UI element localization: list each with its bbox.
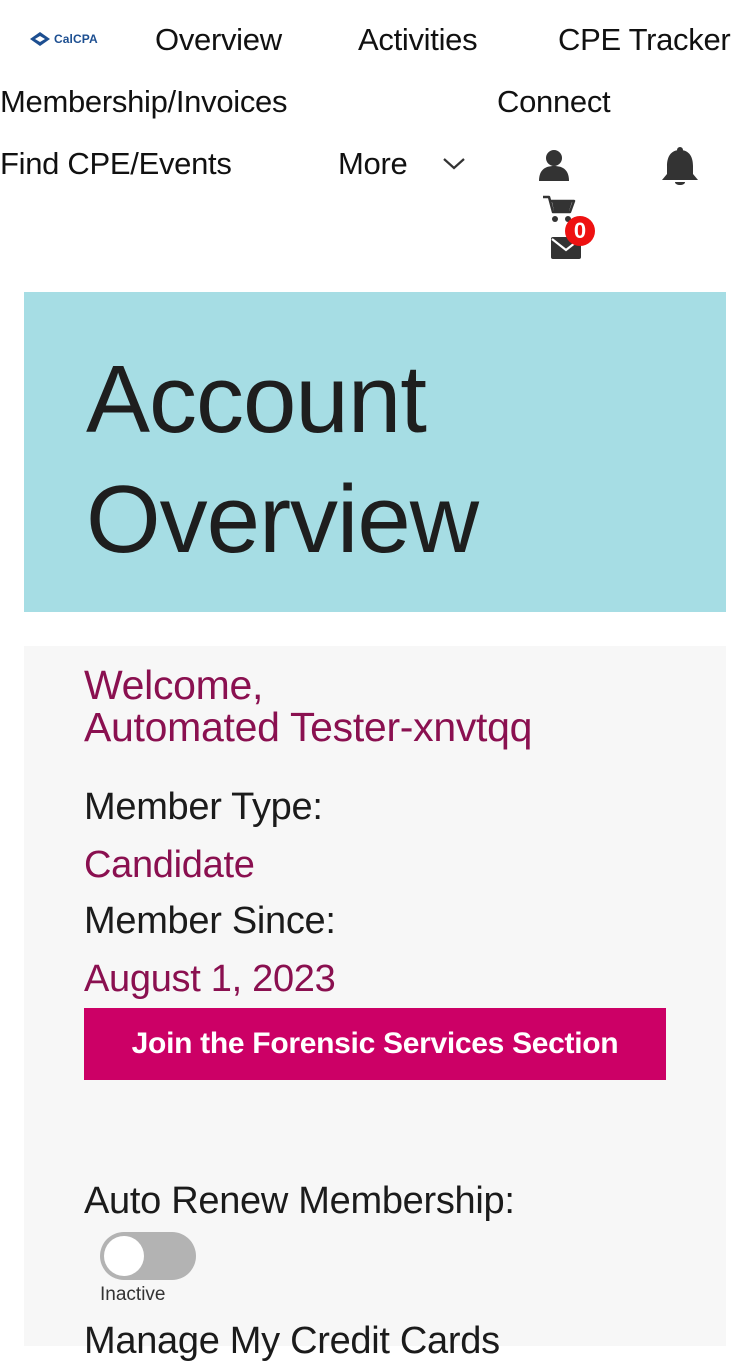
page-title-line2: Overview: [86, 466, 479, 573]
cart-count-badge: 0: [565, 216, 595, 246]
toggle-knob: [104, 1236, 144, 1276]
account-summary-panel: Welcome, Automated Tester-xnvtqq Member …: [24, 646, 726, 1360]
nav-membership-invoices[interactable]: Membership/Invoices: [0, 86, 288, 117]
welcome-greeting: Welcome,: [84, 662, 264, 708]
join-forensic-services-button[interactable]: Join the Forensic Services Section: [84, 1008, 666, 1080]
auto-renew-toggle[interactable]: [100, 1232, 196, 1280]
auto-renew-label: Auto Renew Membership:: [84, 1180, 515, 1222]
nav-find-cpe-events[interactable]: Find CPE/Events: [0, 148, 232, 179]
auto-renew-status: Inactive: [100, 1284, 166, 1305]
nav-activities[interactable]: Activities: [358, 24, 478, 55]
nav-overview[interactable]: Overview: [155, 24, 282, 55]
member-type-value: Candidate: [84, 844, 255, 886]
member-since-label: Member Since:: [84, 900, 336, 942]
nav-cpe-tracker[interactable]: CPE Tracker: [558, 24, 731, 55]
calcpa-diamond-icon: [30, 32, 50, 46]
member-type-label: Member Type:: [84, 786, 323, 828]
logo-text: CalCPA: [54, 32, 98, 46]
member-since-value: August 1, 2023: [84, 958, 336, 1000]
page-title: Account Overview: [86, 340, 479, 580]
welcome-user-name: Automated Tester-xnvtqq: [84, 704, 533, 750]
bell-icon[interactable]: [660, 146, 700, 188]
page-title-line1: Account: [86, 346, 427, 453]
user-icon[interactable]: [537, 148, 571, 182]
hero-banner: Account Overview: [24, 292, 726, 612]
chevron-down-icon[interactable]: [441, 153, 467, 173]
calcpa-logo[interactable]: CalCPA: [30, 32, 98, 46]
welcome-heading: Welcome, Automated Tester-xnvtqq: [84, 664, 532, 748]
nav-more[interactable]: More: [338, 148, 408, 179]
nav-connect[interactable]: Connect: [497, 86, 611, 117]
manage-credit-cards-link[interactable]: Manage My Credit Cards: [84, 1322, 500, 1360]
